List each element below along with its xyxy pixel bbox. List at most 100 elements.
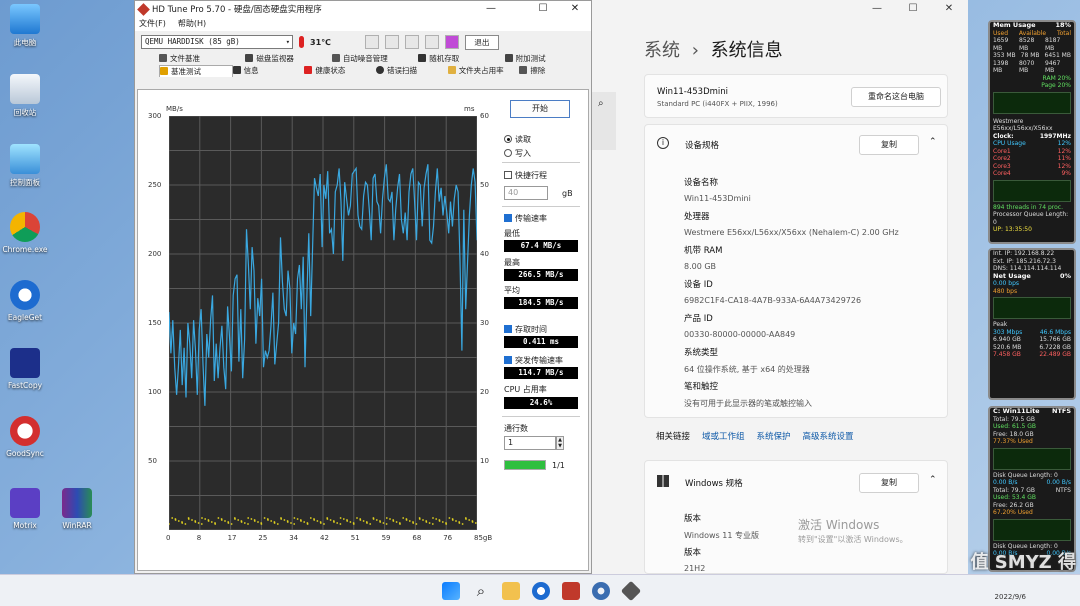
y-right-unit: ms <box>464 105 475 113</box>
desktop-icon-this-pc[interactable]: 此电脑 <box>0 4 50 48</box>
hdtune-icon[interactable] <box>620 580 642 602</box>
access-time-point <box>237 519 240 521</box>
taskbar: ⌕ 2022/9/6 <box>0 574 1080 606</box>
access-time-point <box>253 520 256 522</box>
transfer-rate-checkbox[interactable]: 传输速率 <box>504 213 547 224</box>
burst-rate-checkbox[interactable]: 突发传输速率 <box>504 355 563 366</box>
tab-aam[interactable]: 自动噪音管理 <box>331 53 418 65</box>
desktop-icon-goodsync[interactable]: GoodSync <box>0 416 50 458</box>
save-icon[interactable] <box>444 35 459 49</box>
desktop-icon-motrix[interactable]: Motrix <box>0 488 50 530</box>
eagleget-icon[interactable] <box>532 582 550 600</box>
write-radio[interactable]: 写入 <box>504 148 531 159</box>
tab-disk-monitor[interactable]: 磁盘监视器 <box>245 53 331 65</box>
chevron-up-icon[interactable]: ⌃ <box>929 475 937 485</box>
app-icon[interactable] <box>562 582 580 600</box>
mem-title: Mem Usage <box>993 21 1036 29</box>
checkbox-icon <box>504 214 512 222</box>
temperature-value: 31℃ <box>310 37 331 47</box>
breadcrumb-parent[interactable]: 系统 <box>644 40 680 61</box>
copy-image-icon[interactable] <box>384 35 399 49</box>
toolbar: QEMU HARDDISK (85 gB) ▾ 31℃ 退出 <box>135 31 591 53</box>
avg-label: 平均 <box>504 286 520 295</box>
tab-health[interactable]: 健康状态 <box>304 65 376 77</box>
tab-extra-tests[interactable]: 附加测试 <box>504 53 591 65</box>
desktop-icon-label: WinRAR <box>62 521 92 530</box>
progress-bar <box>504 460 546 470</box>
chevron-up-icon[interactable]: ⌃ <box>929 137 937 147</box>
cpu-usage-value: 12% <box>1057 140 1071 147</box>
desktop-icon-fastcopy[interactable]: FastCopy <box>0 348 50 390</box>
drive-select[interactable]: QEMU HARDDISK (85 gB) ▾ <box>141 35 293 49</box>
x-tick-label: 51 <box>350 534 360 542</box>
cpu-usage-value: 24.6% <box>504 397 578 409</box>
x-tick-label: 85gB <box>474 534 493 542</box>
read-radio[interactable]: 读取 <box>504 134 531 145</box>
access-time-checkbox[interactable]: 存取时间 <box>504 324 547 335</box>
short-stroke-input[interactable]: 40 <box>504 186 548 200</box>
tab-info[interactable]: 信息 <box>232 65 305 77</box>
access-time-point <box>234 518 236 520</box>
spec-product-id-value: 00330-80000-00000-AA849 <box>684 330 796 339</box>
settings-icon[interactable] <box>592 582 610 600</box>
options-icon[interactable] <box>424 35 439 49</box>
extra-tests-icon <box>504 54 513 62</box>
access-time-point <box>458 522 461 524</box>
recycle-bin-icon <box>10 74 40 104</box>
link-advanced-system-settings[interactable]: 高级系统设置 <box>803 430 854 442</box>
desktop-icon-eagleget[interactable]: EagleGet <box>0 280 50 322</box>
minimize-icon[interactable]: — <box>477 1 505 17</box>
tab-folder-usage[interactable]: 文件夹占用率 <box>447 65 520 77</box>
page-title: 系统信息 <box>710 40 783 61</box>
passes-spinner-icon[interactable]: ▲ ▼ <box>556 436 564 450</box>
short-stroke-checkbox[interactable]: 快捷行程 <box>504 170 547 181</box>
desktop-icon-control-panel[interactable]: 控制面板 <box>0 144 50 188</box>
access-time-point <box>465 518 467 520</box>
start-button[interactable]: 开始 <box>510 100 570 118</box>
benchmark-icon <box>160 67 168 75</box>
rename-pc-button[interactable]: 重命名这台电脑 <box>851 87 941 107</box>
access-time-point <box>181 522 184 524</box>
copy-device-spec-button[interactable]: 复制 <box>859 135 919 155</box>
minimize-icon[interactable]: — <box>862 0 892 18</box>
start-icon[interactable] <box>442 582 460 600</box>
desktop-icon-winrar[interactable]: WinRAR <box>52 488 102 530</box>
desktop-icon-chrome[interactable]: Chrome.exe <box>0 212 50 254</box>
info-icon <box>232 66 241 74</box>
disk-graph-2 <box>993 518 1071 541</box>
access-time-value: 0.411 ms <box>504 336 578 348</box>
x-tick-label: 8 <box>196 534 202 542</box>
camera-icon[interactable] <box>404 35 419 49</box>
maximize-icon[interactable]: ☐ <box>898 0 928 18</box>
link-domain-workgroup[interactable]: 域或工作组 <box>702 430 745 442</box>
close-icon[interactable]: ✕ <box>934 0 964 18</box>
close-icon[interactable]: ✕ <box>561 1 589 17</box>
x-tick-label: 59 <box>381 534 391 542</box>
tab-benchmark[interactable]: 基准测试 <box>159 65 233 77</box>
tab-erase[interactable]: 擦除 <box>519 65 591 77</box>
spec-system-type-value: 64 位操作系统, 基于 x64 的处理器 <box>684 365 810 374</box>
exit-button[interactable]: 退出 <box>464 34 499 50</box>
access-time-point <box>382 522 385 524</box>
copy-windows-spec-button[interactable]: 复制 <box>859 473 919 493</box>
search-icon[interactable]: ⌕ <box>598 98 604 109</box>
random-access-icon <box>418 54 427 62</box>
link-system-protection[interactable]: 系统保护 <box>757 430 791 442</box>
file-explorer-icon[interactable] <box>502 582 520 600</box>
copy-text-icon[interactable] <box>364 35 379 49</box>
access-time-point <box>445 523 448 525</box>
passes-input[interactable]: 1 <box>504 436 556 450</box>
maximize-icon[interactable]: ☐ <box>529 1 557 17</box>
menu-help[interactable]: 帮助(H) <box>178 17 206 31</box>
desktop-icon-recycle-bin[interactable]: 回收站 <box>0 74 50 118</box>
access-time-point <box>306 523 309 525</box>
tab-random-access[interactable]: 随机存取 <box>418 53 504 65</box>
access-time-point <box>270 520 273 522</box>
search-icon[interactable]: ⌕ <box>472 582 490 600</box>
y-right-tick-label: 40 <box>480 250 489 258</box>
access-time-point <box>471 521 474 523</box>
menu-file[interactable]: 文件(F) <box>139 17 166 31</box>
x-tick-label: 34 <box>289 534 299 542</box>
tab-file-benchmark[interactable]: 文件基准 <box>159 53 245 65</box>
tab-error-scan[interactable]: 错误扫描 <box>376 65 448 77</box>
